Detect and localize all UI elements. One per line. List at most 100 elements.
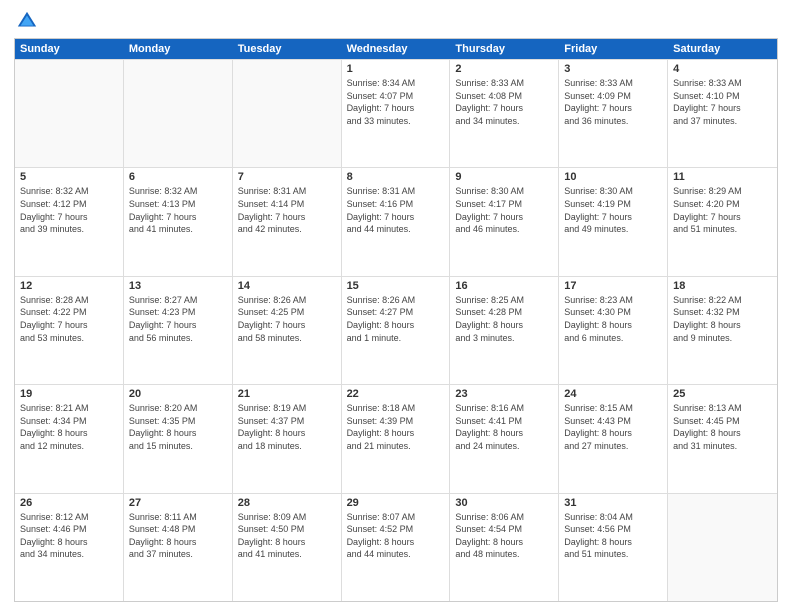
calendar-cell: 27Sunrise: 8:11 AM Sunset: 4:48 PM Dayli… [124,494,233,601]
day-info: Sunrise: 8:12 AM Sunset: 4:46 PM Dayligh… [20,511,118,561]
header-day-wednesday: Wednesday [342,39,451,59]
calendar-cell: 7 Sunrise: 8:31 AM Sunset: 4:14 PM Daylig… [233,168,342,275]
calendar-row-2: 5 Sunrise: 8:32 AM Sunset: 4:12 PM Daylig… [15,167,777,275]
header-day-tuesday: Tuesday [233,39,342,59]
day-number: 14 [238,280,336,292]
calendar-cell: 26Sunrise: 8:12 AM Sunset: 4:46 PM Dayli… [15,494,124,601]
day-info: Sunrise: 8:33 AM Sunset: 4:10 PM Dayligh… [673,77,772,127]
logo-icon [16,10,38,32]
day-number: 2 [455,63,553,75]
header-day-friday: Friday [559,39,668,59]
calendar-cell: 1Sunrise: 8:34 AM Sunset: 4:07 PM Daylig… [342,60,451,167]
calendar-cell: 19 Sunrise: 8:21 AM Sunset: 4:34 PM Dayli… [15,385,124,492]
calendar-cell: 4 Sunrise: 8:33 AM Sunset: 4:10 PM Daylig… [668,60,777,167]
header-day-thursday: Thursday [450,39,559,59]
day-number: 24 [564,388,662,400]
day-info: Sunrise: 8:28 AM Sunset: 4:22 PM Dayligh… [20,294,118,344]
day-number: 19 [20,388,118,400]
calendar-cell: 2Sunrise: 8:33 AM Sunset: 4:08 PM Daylig… [450,60,559,167]
day-number: 4 [673,63,772,75]
day-number: 18 [673,280,772,292]
calendar-cell: 5 Sunrise: 8:32 AM Sunset: 4:12 PM Daylig… [15,168,124,275]
day-info: Sunrise: 8:09 AM Sunset: 4:50 PM Dayligh… [238,511,336,561]
calendar-body: 1Sunrise: 8:34 AM Sunset: 4:07 PM Daylig… [15,59,777,601]
day-number: 1 [347,63,445,75]
calendar: SundayMondayTuesdayWednesdayThursdayFrid… [14,38,778,602]
calendar-cell: 25 Sunrise: 8:13 AM Sunset: 4:45 PM Dayli… [668,385,777,492]
day-number: 7 [238,171,336,183]
calendar-cell: 3 Sunrise: 8:33 AM Sunset: 4:09 PM Daylig… [559,60,668,167]
day-info: Sunrise: 8:29 AM Sunset: 4:20 PM Dayligh… [673,185,772,235]
day-info: Sunrise: 8:31 AM Sunset: 4:14 PM Dayligh… [238,185,336,235]
day-info: Sunrise: 8:32 AM Sunset: 4:13 PM Dayligh… [129,185,227,235]
calendar-cell: 23Sunrise: 8:16 AM Sunset: 4:41 PM Dayli… [450,385,559,492]
calendar-cell: 12 Sunrise: 8:28 AM Sunset: 4:22 PM Dayli… [15,277,124,384]
calendar-cell: 10Sunrise: 8:30 AM Sunset: 4:19 PM Dayli… [559,168,668,275]
day-number: 23 [455,388,553,400]
calendar-cell: 17Sunrise: 8:23 AM Sunset: 4:30 PM Dayli… [559,277,668,384]
day-info: Sunrise: 8:30 AM Sunset: 4:19 PM Dayligh… [564,185,662,235]
day-info: Sunrise: 8:21 AM Sunset: 4:34 PM Dayligh… [20,402,118,452]
day-number: 12 [20,280,118,292]
calendar-cell [233,60,342,167]
day-number: 13 [129,280,227,292]
day-number: 3 [564,63,662,75]
day-number: 5 [20,171,118,183]
calendar-cell [15,60,124,167]
day-number: 8 [347,171,445,183]
day-info: Sunrise: 8:19 AM Sunset: 4:37 PM Dayligh… [238,402,336,452]
calendar-cell: 9Sunrise: 8:30 AM Sunset: 4:17 PM Daylig… [450,168,559,275]
day-info: Sunrise: 8:15 AM Sunset: 4:43 PM Dayligh… [564,402,662,452]
calendar-cell: 18 Sunrise: 8:22 AM Sunset: 4:32 PM Dayli… [668,277,777,384]
calendar-cell: 13 Sunrise: 8:27 AM Sunset: 4:23 PM Dayli… [124,277,233,384]
calendar-header: SundayMondayTuesdayWednesdayThursdayFrid… [15,39,777,59]
calendar-cell [124,60,233,167]
day-number: 25 [673,388,772,400]
day-number: 30 [455,497,553,509]
day-info: Sunrise: 8:20 AM Sunset: 4:35 PM Dayligh… [129,402,227,452]
day-number: 6 [129,171,227,183]
header-day-saturday: Saturday [668,39,777,59]
day-number: 27 [129,497,227,509]
day-info: Sunrise: 8:32 AM Sunset: 4:12 PM Dayligh… [20,185,118,235]
day-info: Sunrise: 8:27 AM Sunset: 4:23 PM Dayligh… [129,294,227,344]
calendar-row-5: 26Sunrise: 8:12 AM Sunset: 4:46 PM Dayli… [15,493,777,601]
day-info: Sunrise: 8:06 AM Sunset: 4:54 PM Dayligh… [455,511,553,561]
day-info: Sunrise: 8:31 AM Sunset: 4:16 PM Dayligh… [347,185,445,235]
calendar-cell: 8 Sunrise: 8:31 AM Sunset: 4:16 PM Daylig… [342,168,451,275]
calendar-cell: 6 Sunrise: 8:32 AM Sunset: 4:13 PM Daylig… [124,168,233,275]
day-info: Sunrise: 8:22 AM Sunset: 4:32 PM Dayligh… [673,294,772,344]
calendar-row-1: 1Sunrise: 8:34 AM Sunset: 4:07 PM Daylig… [15,59,777,167]
day-info: Sunrise: 8:07 AM Sunset: 4:52 PM Dayligh… [347,511,445,561]
day-number: 31 [564,497,662,509]
day-info: Sunrise: 8:18 AM Sunset: 4:39 PM Dayligh… [347,402,445,452]
calendar-row-3: 12 Sunrise: 8:28 AM Sunset: 4:22 PM Dayli… [15,276,777,384]
day-number: 16 [455,280,553,292]
calendar-cell: 21Sunrise: 8:19 AM Sunset: 4:37 PM Dayli… [233,385,342,492]
header [14,10,778,32]
calendar-cell: 16 Sunrise: 8:25 AM Sunset: 4:28 PM Dayli… [450,277,559,384]
calendar-cell: 30 Sunrise: 8:06 AM Sunset: 4:54 PM Dayli… [450,494,559,601]
logo [14,10,38,32]
day-number: 29 [347,497,445,509]
header-day-sunday: Sunday [15,39,124,59]
day-info: Sunrise: 8:25 AM Sunset: 4:28 PM Dayligh… [455,294,553,344]
day-number: 22 [347,388,445,400]
day-info: Sunrise: 8:26 AM Sunset: 4:25 PM Dayligh… [238,294,336,344]
header-day-monday: Monday [124,39,233,59]
calendar-cell [668,494,777,601]
day-number: 9 [455,171,553,183]
calendar-cell: 11 Sunrise: 8:29 AM Sunset: 4:20 PM Dayli… [668,168,777,275]
day-info: Sunrise: 8:04 AM Sunset: 4:56 PM Dayligh… [564,511,662,561]
calendar-row-4: 19 Sunrise: 8:21 AM Sunset: 4:34 PM Dayli… [15,384,777,492]
day-number: 15 [347,280,445,292]
calendar-cell: 20Sunrise: 8:20 AM Sunset: 4:35 PM Dayli… [124,385,233,492]
day-number: 11 [673,171,772,183]
day-number: 28 [238,497,336,509]
calendar-cell: 22 Sunrise: 8:18 AM Sunset: 4:39 PM Dayli… [342,385,451,492]
day-info: Sunrise: 8:13 AM Sunset: 4:45 PM Dayligh… [673,402,772,452]
calendar-cell: 14 Sunrise: 8:26 AM Sunset: 4:25 PM Dayli… [233,277,342,384]
calendar-cell: 29 Sunrise: 8:07 AM Sunset: 4:52 PM Dayli… [342,494,451,601]
day-info: Sunrise: 8:33 AM Sunset: 4:09 PM Dayligh… [564,77,662,127]
day-number: 17 [564,280,662,292]
